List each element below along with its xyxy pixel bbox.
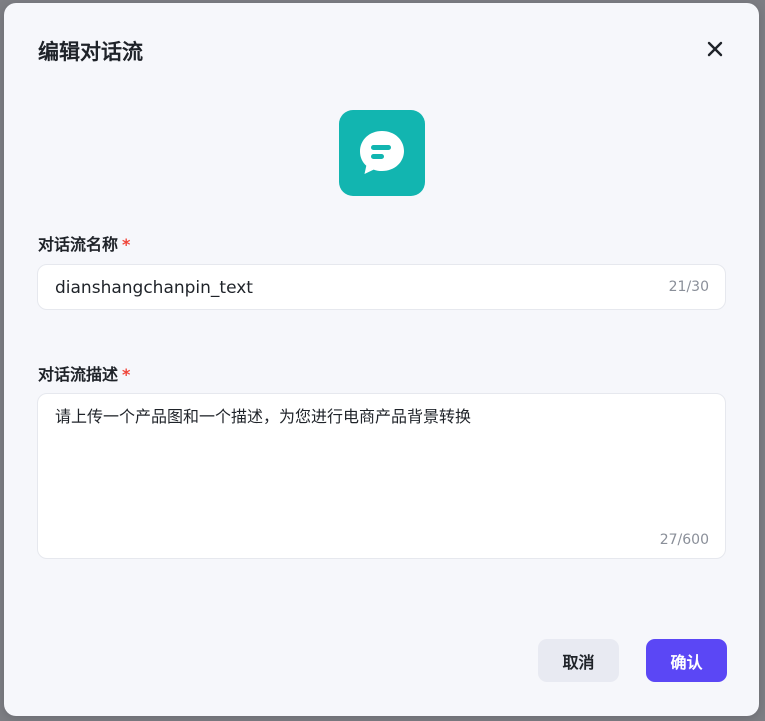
description-char-counter: 27/600 bbox=[659, 532, 709, 548]
dialog-title: 编辑对话流 bbox=[38, 40, 143, 64]
app-icon[interactable] bbox=[339, 110, 425, 196]
close-icon bbox=[707, 41, 723, 57]
name-input-value: dianshangchanpin_text bbox=[55, 278, 253, 298]
required-mark: * bbox=[122, 235, 131, 254]
chat-bubble-icon bbox=[360, 131, 404, 174]
description-field-label: 对话流描述 * bbox=[38, 364, 130, 386]
name-label-text: 对话流名称 bbox=[38, 235, 119, 254]
name-field-label: 对话流名称 * bbox=[38, 234, 130, 256]
close-button[interactable] bbox=[703, 37, 727, 61]
edit-dialog: 编辑对话流 对话流名称 * dianshangchanpin_text 21/30… bbox=[4, 3, 759, 716]
description-label-text: 对话流描述 bbox=[38, 365, 119, 384]
name-char-counter: 21/30 bbox=[668, 279, 709, 295]
cancel-button[interactable]: 取消 bbox=[538, 639, 619, 682]
description-textarea[interactable]: 请上传一个产品图和一个描述，为您进行电商产品背景转换 27/600 bbox=[37, 393, 726, 559]
name-input[interactable]: dianshangchanpin_text 21/30 bbox=[37, 264, 726, 310]
required-mark: * bbox=[122, 365, 131, 384]
description-value: 请上传一个产品图和一个描述，为您进行电商产品背景转换 bbox=[55, 407, 472, 426]
confirm-button[interactable]: 确认 bbox=[646, 639, 727, 682]
